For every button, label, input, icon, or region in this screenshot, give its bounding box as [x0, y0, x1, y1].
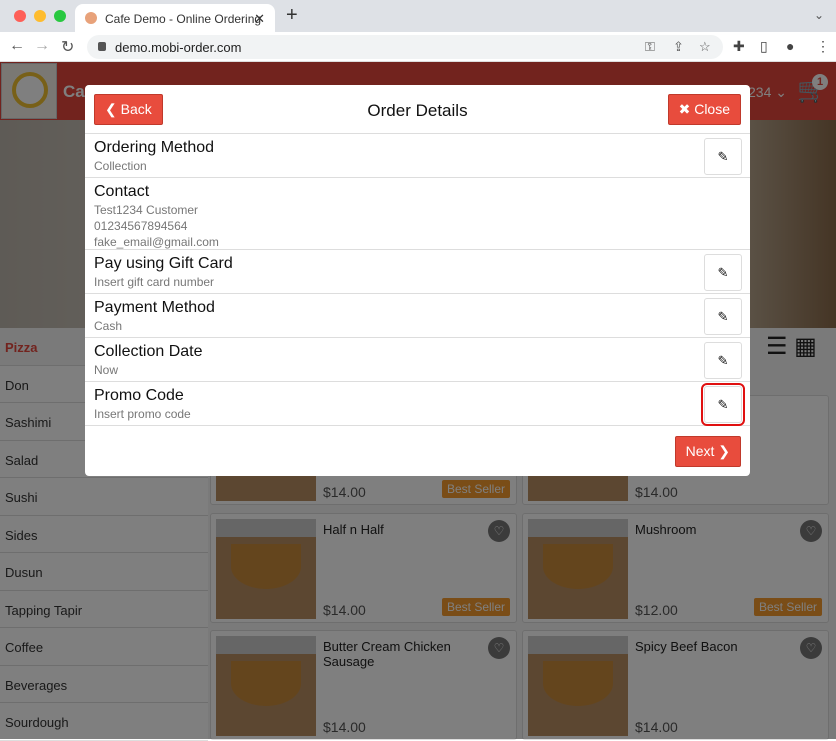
order-details-modal: ❮ Back Order Details ✖ Close Ordering Me… — [85, 85, 750, 476]
share-icon[interactable]: ⇪ — [673, 39, 684, 55]
browser-tab-bar: Cafe Demo - Online Ordering ✕ + ⌄ — [0, 0, 836, 32]
edit-pencil-button[interactable]: ✎ — [704, 254, 742, 291]
row-value: Test1234 Customer — [94, 203, 199, 217]
menu-kebab-icon[interactable]: ⋮ — [816, 38, 830, 55]
row-title: Ordering Method — [94, 139, 215, 156]
star-icon[interactable]: ☆ — [699, 39, 711, 55]
new-tab-icon[interactable]: + — [286, 4, 298, 27]
row-title: Payment Method — [94, 299, 215, 316]
row-title: Collection Date — [94, 343, 203, 360]
row-value: fake_email@gmail.com — [94, 235, 219, 249]
row-value: Insert promo code — [94, 407, 191, 421]
close-x-icon: ✖ — [678, 101, 691, 117]
order-detail-row: Ordering Method Collection ✎ — [85, 134, 750, 178]
lock-icon — [98, 42, 106, 51]
reload-icon[interactable]: ↻ — [61, 37, 74, 57]
modal-title: Order Details — [367, 101, 468, 120]
row-value: 01234567894564 — [94, 219, 188, 233]
order-detail-row: Contact Test1234 Customer 01234567894564 fa… — [85, 178, 750, 250]
edit-pencil-button[interactable]: ✎ — [704, 342, 742, 379]
row-value: Cash — [94, 319, 123, 333]
url-input[interactable]: demo.mobi-order.com ⚿ ⇪ ☆ — [87, 35, 723, 59]
row-value: Insert gift card number — [94, 275, 215, 289]
row-title: Promo Code — [94, 387, 184, 404]
row-value: Collection — [94, 159, 147, 173]
extensions-icon[interactable]: ✚ — [733, 38, 745, 55]
profile-avatar-icon[interactable]: ● — [786, 38, 794, 54]
favicon-icon — [85, 12, 97, 24]
order-detail-row: Pay using Gift Card Insert gift card numb… — [85, 250, 750, 294]
row-title: Contact — [94, 183, 150, 200]
minimize-window-button[interactable] — [34, 10, 46, 22]
tab-search-chevron-icon[interactable]: ⌄ — [814, 8, 824, 22]
row-value: Now — [94, 363, 119, 377]
next-label: Next — [685, 443, 715, 459]
maximize-window-button[interactable] — [54, 10, 66, 22]
row-title: Pay using Gift Card — [94, 255, 233, 272]
chevron-right-icon: ❯ — [718, 443, 730, 459]
modal-header: ❮ Back Order Details ✖ Close — [85, 85, 750, 134]
browser-tab[interactable]: Cafe Demo - Online Ordering ✕ — [75, 4, 275, 32]
next-button[interactable]: Next ❯ — [674, 436, 741, 467]
edit-pencil-button[interactable]: ✎ — [701, 383, 745, 426]
window-controls — [14, 10, 66, 22]
key-icon[interactable]: ⚿ — [645, 39, 655, 55]
close-button[interactable]: ✖ Close — [667, 94, 741, 125]
close-label: Close — [694, 101, 730, 117]
side-panel-icon[interactable]: ▯ — [760, 38, 768, 55]
edit-pencil-button[interactable]: ✎ — [704, 298, 742, 335]
order-detail-row: Collection Date Now ✎ — [85, 338, 750, 382]
close-tab-icon[interactable]: ✕ — [254, 11, 265, 27]
close-window-button[interactable] — [14, 10, 26, 22]
address-bar-row: ← → ↻ demo.mobi-order.com ⚿ ⇪ ☆ ✚ ▯ ● ⋮ — [0, 32, 836, 62]
url-text: demo.mobi-order.com — [115, 40, 242, 55]
order-detail-row: Payment Method Cash ✎ — [85, 294, 750, 338]
edit-pencil-button[interactable]: ✎ — [704, 138, 742, 175]
forward-arrow-icon[interactable]: → — [34, 37, 50, 55]
order-detail-rows: Ordering Method Collection ✎ Contact Test123… — [85, 134, 750, 426]
back-arrow-icon[interactable]: ← — [9, 37, 25, 55]
order-detail-row: Promo Code Insert promo code ✎ — [85, 382, 750, 426]
tab-title: Cafe Demo - Online Ordering — [105, 12, 262, 26]
